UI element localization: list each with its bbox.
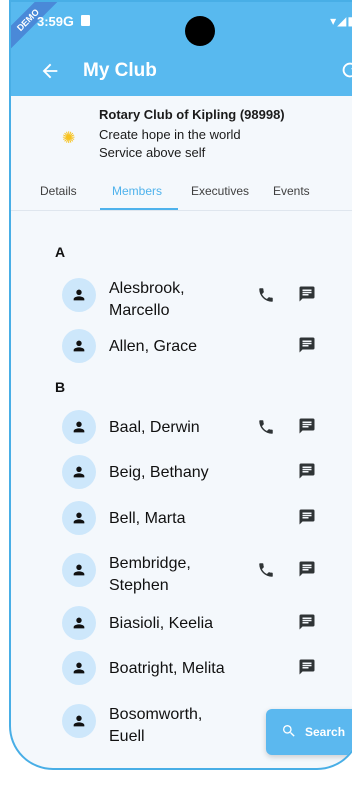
member-name: Allen, Grace: [109, 338, 198, 355]
message-icon[interactable]: [298, 336, 316, 354]
person-icon: [73, 512, 85, 524]
avatar: [62, 651, 96, 685]
club-info: ✺ Rotary Club of Kipling (98998) Create …: [11, 96, 352, 162]
person-icon: [73, 715, 85, 727]
battery-icon: ▮: [347, 14, 352, 28]
phone-frame: DEMO 3:59 G ▾◢▮ My Club ✺ Rotary Club of…: [9, 0, 352, 770]
avatar: [62, 606, 96, 640]
tab-bar: Details Members Executives Events: [11, 176, 352, 211]
camera-cutout: [185, 16, 215, 46]
message-icon[interactable]: [298, 417, 316, 435]
message-icon[interactable]: [298, 285, 316, 303]
signal-icon: ◢: [337, 14, 348, 28]
avatar: [62, 501, 96, 535]
message-icon[interactable]: [298, 658, 316, 676]
member-row[interactable]: Alesbrook, Marcello: [11, 273, 352, 319]
person-icon: [73, 564, 85, 576]
person-icon: [73, 662, 85, 674]
avatar: [62, 553, 96, 587]
member-name: Biasioli, Keelia: [109, 615, 214, 632]
member-row[interactable]: Allen, Grace: [11, 324, 352, 370]
sd-card-icon: [81, 15, 90, 26]
message-icon[interactable]: [298, 560, 316, 578]
search-label: Search: [305, 725, 346, 739]
club-motto-1: Create hope in the world: [99, 127, 241, 142]
active-tab-indicator: [100, 208, 178, 210]
member-name: Boatright, Melita: [109, 660, 225, 677]
avatar: [62, 455, 96, 489]
member-name: Alesbrook, Marcello: [109, 280, 185, 319]
message-icon[interactable]: [298, 508, 316, 526]
person-icon: [73, 289, 85, 301]
search-button[interactable]: Search: [266, 709, 352, 755]
phone-icon[interactable]: [257, 286, 275, 304]
section-header-b: B: [55, 379, 66, 395]
member-name: Beig, Bethany: [109, 464, 209, 481]
avatar: [62, 410, 96, 444]
member-row[interactable]: Bembridge, Stephen: [11, 548, 352, 594]
member-name: Bosomworth, Euell: [109, 706, 203, 745]
member-row[interactable]: Baal, Derwin: [11, 405, 352, 451]
back-arrow-icon[interactable]: [39, 60, 61, 82]
member-row[interactable]: Beig, Bethany: [11, 450, 352, 496]
message-icon[interactable]: [298, 462, 316, 480]
search-icon: [283, 725, 295, 737]
refresh-icon[interactable]: [339, 59, 352, 81]
carrier-letter: G: [63, 13, 74, 29]
rotary-logo-icon: ✺: [62, 130, 76, 147]
avatar: [62, 278, 96, 312]
club-name: Rotary Club of Kipling (98998): [99, 107, 285, 122]
section-header-a: A: [55, 244, 66, 260]
tab-executives[interactable]: Executives: [191, 184, 249, 198]
avatar: [62, 329, 96, 363]
top-bar: DEMO 3:59 G ▾◢▮ My Club: [11, 2, 352, 96]
tab-events[interactable]: Events: [273, 184, 310, 198]
member-name: Bell, Marta: [109, 510, 186, 527]
phone-icon[interactable]: [257, 418, 275, 436]
message-icon[interactable]: [298, 613, 316, 631]
member-name: Bembridge, Stephen: [109, 555, 191, 594]
person-icon: [73, 617, 85, 629]
page-title: My Club: [83, 60, 157, 81]
avatar: [62, 704, 96, 738]
status-time: 3:59: [37, 14, 64, 29]
member-row[interactable]: Biasioli, Keelia: [11, 601, 352, 647]
app-bar: My Club: [11, 54, 352, 94]
member-name: Baal, Derwin: [109, 419, 200, 436]
tab-details[interactable]: Details: [40, 184, 77, 198]
person-icon: [73, 421, 85, 433]
member-row[interactable]: Boatright, Melita: [11, 646, 352, 692]
club-motto-2: Service above self: [99, 145, 206, 160]
tab-members[interactable]: Members: [112, 184, 162, 198]
member-row[interactable]: Bell, Marta: [11, 496, 352, 542]
person-icon: [73, 340, 85, 352]
signal-battery-icons: ▾◢▮: [330, 14, 352, 28]
phone-icon[interactable]: [257, 561, 275, 579]
status-bar: DEMO 3:59 G ▾◢▮: [11, 2, 352, 54]
person-icon: [73, 466, 85, 478]
